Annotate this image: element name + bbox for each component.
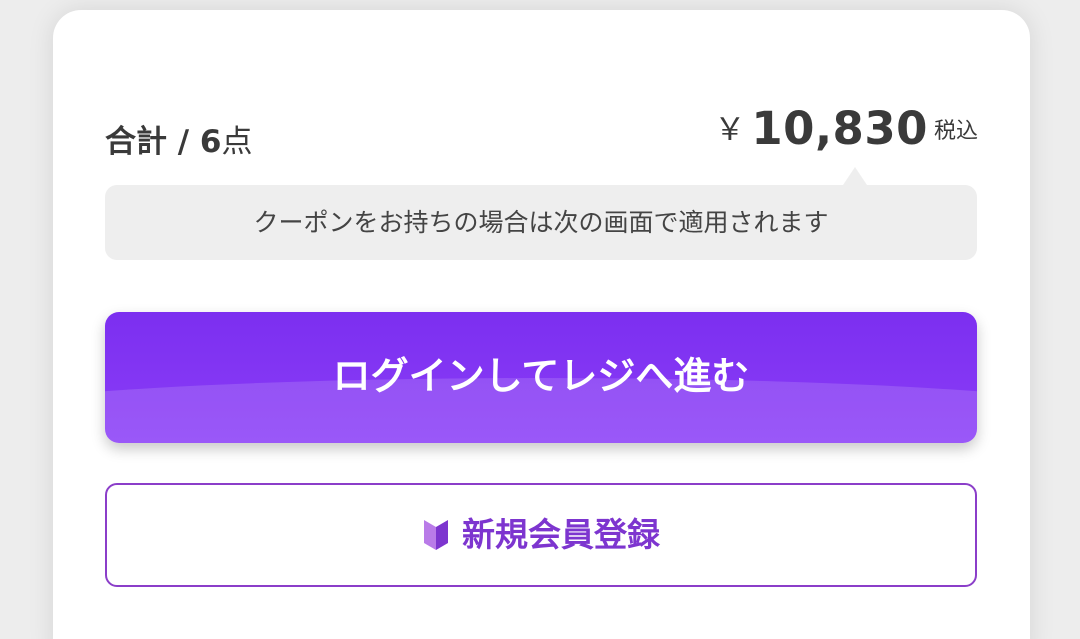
- cart-summary-card: 合計 / 6点 ￥ 10,830 税込 クーポンをお持ちの場合は次の画面で適用されま…: [53, 10, 1030, 639]
- coupon-note: クーポンをお持ちの場合は次の画面で適用されます: [105, 167, 977, 260]
- total-label: 合計 / 6点: [105, 116, 252, 161]
- total-count-label: 合計 / 6: [105, 124, 222, 160]
- login-checkout-label: ログインしてレジへ進む: [332, 356, 750, 398]
- login-checkout-button[interactable]: ログインしてレジへ進む: [105, 312, 977, 443]
- beginner-mark-icon: [422, 491, 450, 550]
- tax-included-label: 税込: [933, 119, 978, 144]
- new-member-registration-button[interactable]: 新規会員登録: [105, 483, 977, 587]
- cart-total-row: 合計 / 6点 ￥ 10,830 税込: [105, 102, 978, 162]
- total-amount: 10,830: [751, 102, 928, 155]
- total-price: ￥ 10,830 税込: [714, 102, 978, 155]
- currency-symbol: ￥: [714, 112, 746, 148]
- new-member-registration-label: 新規会員登録: [462, 515, 660, 554]
- total-count-unit: 点: [221, 124, 253, 160]
